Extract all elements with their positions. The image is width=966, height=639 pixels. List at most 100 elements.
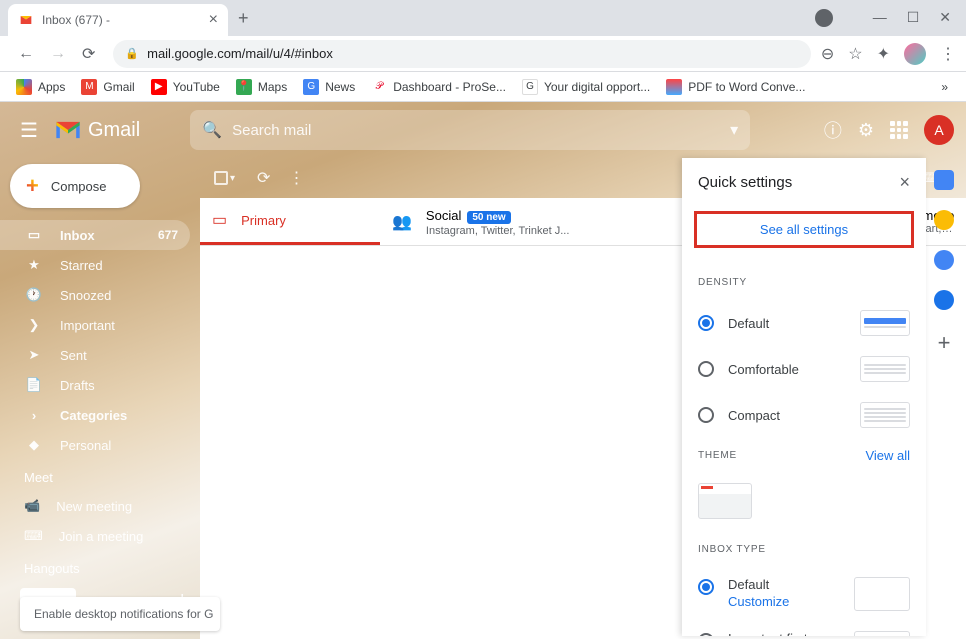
meet-join-meeting[interactable]: ⌨Join a meeting xyxy=(0,521,200,551)
support-icon[interactable]: ⓘ xyxy=(824,117,842,143)
keyboard-icon: ⌨ xyxy=(24,528,43,544)
hangouts-section-header: Hangouts xyxy=(0,551,200,582)
theme-thumbnail[interactable] xyxy=(698,483,752,519)
window-minimize[interactable]: — xyxy=(873,9,887,27)
drafts-icon: 📄 xyxy=(24,377,44,393)
bookmarks-overflow[interactable]: » xyxy=(931,80,958,94)
bookmark-youtube[interactable]: ▶YouTube xyxy=(143,79,228,95)
url-input[interactable]: 🔒 mail.google.com/mail/u/4/#inbox xyxy=(113,40,810,68)
search-box[interactable]: 🔍 ▾ xyxy=(190,110,750,150)
account-avatar[interactable]: A xyxy=(924,115,954,145)
back-button[interactable]: ← xyxy=(10,45,42,63)
radio-checked[interactable] xyxy=(698,315,714,331)
radio-checked[interactable] xyxy=(698,579,714,595)
social-badge: 50 new xyxy=(467,211,510,224)
gmail-logo-icon xyxy=(54,119,82,141)
sent-icon: ➤ xyxy=(24,347,44,363)
forward-button[interactable]: → xyxy=(42,45,74,63)
inbox-type-important[interactable]: Important first xyxy=(682,621,926,636)
quick-settings-title: Quick settings xyxy=(698,174,792,191)
new-tab-button[interactable]: + xyxy=(238,8,249,29)
select-all-checkbox[interactable] xyxy=(214,171,228,185)
label-icon: ◆ xyxy=(24,437,44,453)
calendar-icon[interactable] xyxy=(934,170,954,190)
density-preview-comfortable xyxy=(860,356,910,382)
nav-important[interactable]: ❯Important xyxy=(0,310,190,340)
compose-button[interactable]: + Compose xyxy=(10,164,140,208)
nav-drafts[interactable]: 📄Drafts xyxy=(0,370,190,400)
more-icon[interactable]: ⋮ xyxy=(288,168,304,188)
gmail-logo[interactable]: Gmail xyxy=(54,119,140,142)
star-icon: ★ xyxy=(24,257,44,273)
density-compact[interactable]: Compact xyxy=(682,392,926,438)
nav-snoozed[interactable]: 🕐Snoozed xyxy=(0,280,190,310)
bookmark-news[interactable]: GNews xyxy=(295,79,363,95)
nav-inbox[interactable]: ▭Inbox677 xyxy=(0,220,190,250)
inbox-type-default[interactable]: Default Customize xyxy=(682,567,926,621)
main-menu-icon[interactable]: ☰ xyxy=(12,110,46,151)
browser-menu-icon[interactable]: ⋮ xyxy=(940,44,956,64)
nav-personal[interactable]: ◆Personal xyxy=(0,430,190,460)
nav-starred[interactable]: ★Starred xyxy=(0,250,190,280)
google-apps-icon[interactable] xyxy=(890,121,908,139)
extensions-icon[interactable]: ✦ xyxy=(877,44,890,64)
meet-new-meeting[interactable]: 📹New meeting xyxy=(0,491,200,521)
meet-section-header: Meet xyxy=(0,460,200,491)
bookmarks-bar: Apps MGmail ▶YouTube 📍Maps GNews 𝒫Dashbo… xyxy=(0,72,966,102)
gmail-header: ☰ Gmail 🔍 ▾ ⓘ ⚙ A xyxy=(0,102,966,158)
select-dropdown-caret[interactable]: ▾ xyxy=(230,173,235,184)
inbox-customize-link[interactable]: Customize xyxy=(728,594,854,609)
reload-button[interactable]: ⟳ xyxy=(74,44,103,64)
density-comfortable[interactable]: Comfortable xyxy=(682,346,926,392)
search-input[interactable] xyxy=(232,122,730,139)
quick-settings-panel: Quick settings × See all settings DENSIT… xyxy=(682,158,926,636)
close-icon[interactable]: × xyxy=(899,172,910,193)
inbox-preview-default xyxy=(854,577,910,611)
tab-close-icon[interactable]: × xyxy=(209,11,218,29)
zoom-icon[interactable]: ⊖ xyxy=(821,44,834,64)
gmail-favicon xyxy=(18,12,34,28)
window-close[interactable]: ✕ xyxy=(939,9,951,27)
theme-view-all-link[interactable]: View all xyxy=(865,448,910,463)
social-tab-icon: 👥 xyxy=(392,212,412,232)
density-default[interactable]: Default xyxy=(682,300,926,346)
lock-icon: 🔒 xyxy=(125,47,139,60)
tab-primary[interactable]: ▭ Primary xyxy=(200,198,380,245)
search-icon: 🔍 xyxy=(202,120,222,140)
settings-gear-icon[interactable]: ⚙ xyxy=(858,120,874,141)
bookmark-apps[interactable]: Apps xyxy=(8,79,73,95)
right-side-panel: + xyxy=(922,158,966,636)
nav-list: ▭Inbox677 ★Starred 🕐Snoozed ❯Important ➤… xyxy=(0,220,200,460)
nav-sent[interactable]: ➤Sent xyxy=(0,340,190,370)
window-maximize[interactable]: ☐ xyxy=(907,9,920,27)
gmail-app: ☰ Gmail 🔍 ▾ ⓘ ⚙ A + Compose ▭Inbox677 ★S… xyxy=(0,102,966,639)
browser-tab[interactable]: Inbox (677) - × xyxy=(8,4,228,36)
browser-profile-avatar[interactable] xyxy=(904,43,926,65)
tasks-icon[interactable] xyxy=(934,250,954,270)
bookmark-star-icon[interactable]: ☆ xyxy=(848,44,862,64)
bookmark-maps[interactable]: 📍Maps xyxy=(228,79,295,95)
addons-plus-icon[interactable]: + xyxy=(938,330,951,356)
inbox-type-section-title: INBOX TYPE xyxy=(698,544,766,555)
plus-icon: + xyxy=(26,173,39,199)
bookmark-digital[interactable]: GYour digital opport... xyxy=(514,79,658,95)
density-preview-compact xyxy=(860,402,910,428)
radio-unchecked[interactable] xyxy=(698,633,714,636)
browser-tab-strip: Inbox (677) - × + — ☐ ✕ xyxy=(0,0,966,36)
refresh-icon[interactable]: ⟳ xyxy=(257,168,270,188)
nav-categories[interactable]: ›Categories xyxy=(0,400,190,430)
profile-indicator-icon[interactable] xyxy=(815,9,833,27)
radio-unchecked[interactable] xyxy=(698,407,714,423)
radio-unchecked[interactable] xyxy=(698,361,714,377)
bookmark-dashboard[interactable]: 𝒫Dashboard - ProSe... xyxy=(363,79,514,95)
desktop-notifications-prompt[interactable]: Enable desktop notifications for G xyxy=(20,597,220,631)
contacts-icon[interactable] xyxy=(934,290,954,310)
see-all-settings-button[interactable]: See all settings xyxy=(694,211,914,248)
keep-icon[interactable] xyxy=(934,210,954,230)
address-bar: ← → ⟳ 🔒 mail.google.com/mail/u/4/#inbox … xyxy=(0,36,966,72)
search-options-caret[interactable]: ▾ xyxy=(730,120,738,140)
clock-icon: 🕐 xyxy=(24,287,44,303)
bookmark-pdf[interactable]: PDF to Word Conve... xyxy=(658,79,813,95)
video-icon: 📹 xyxy=(24,498,40,514)
bookmark-gmail[interactable]: MGmail xyxy=(73,79,142,95)
